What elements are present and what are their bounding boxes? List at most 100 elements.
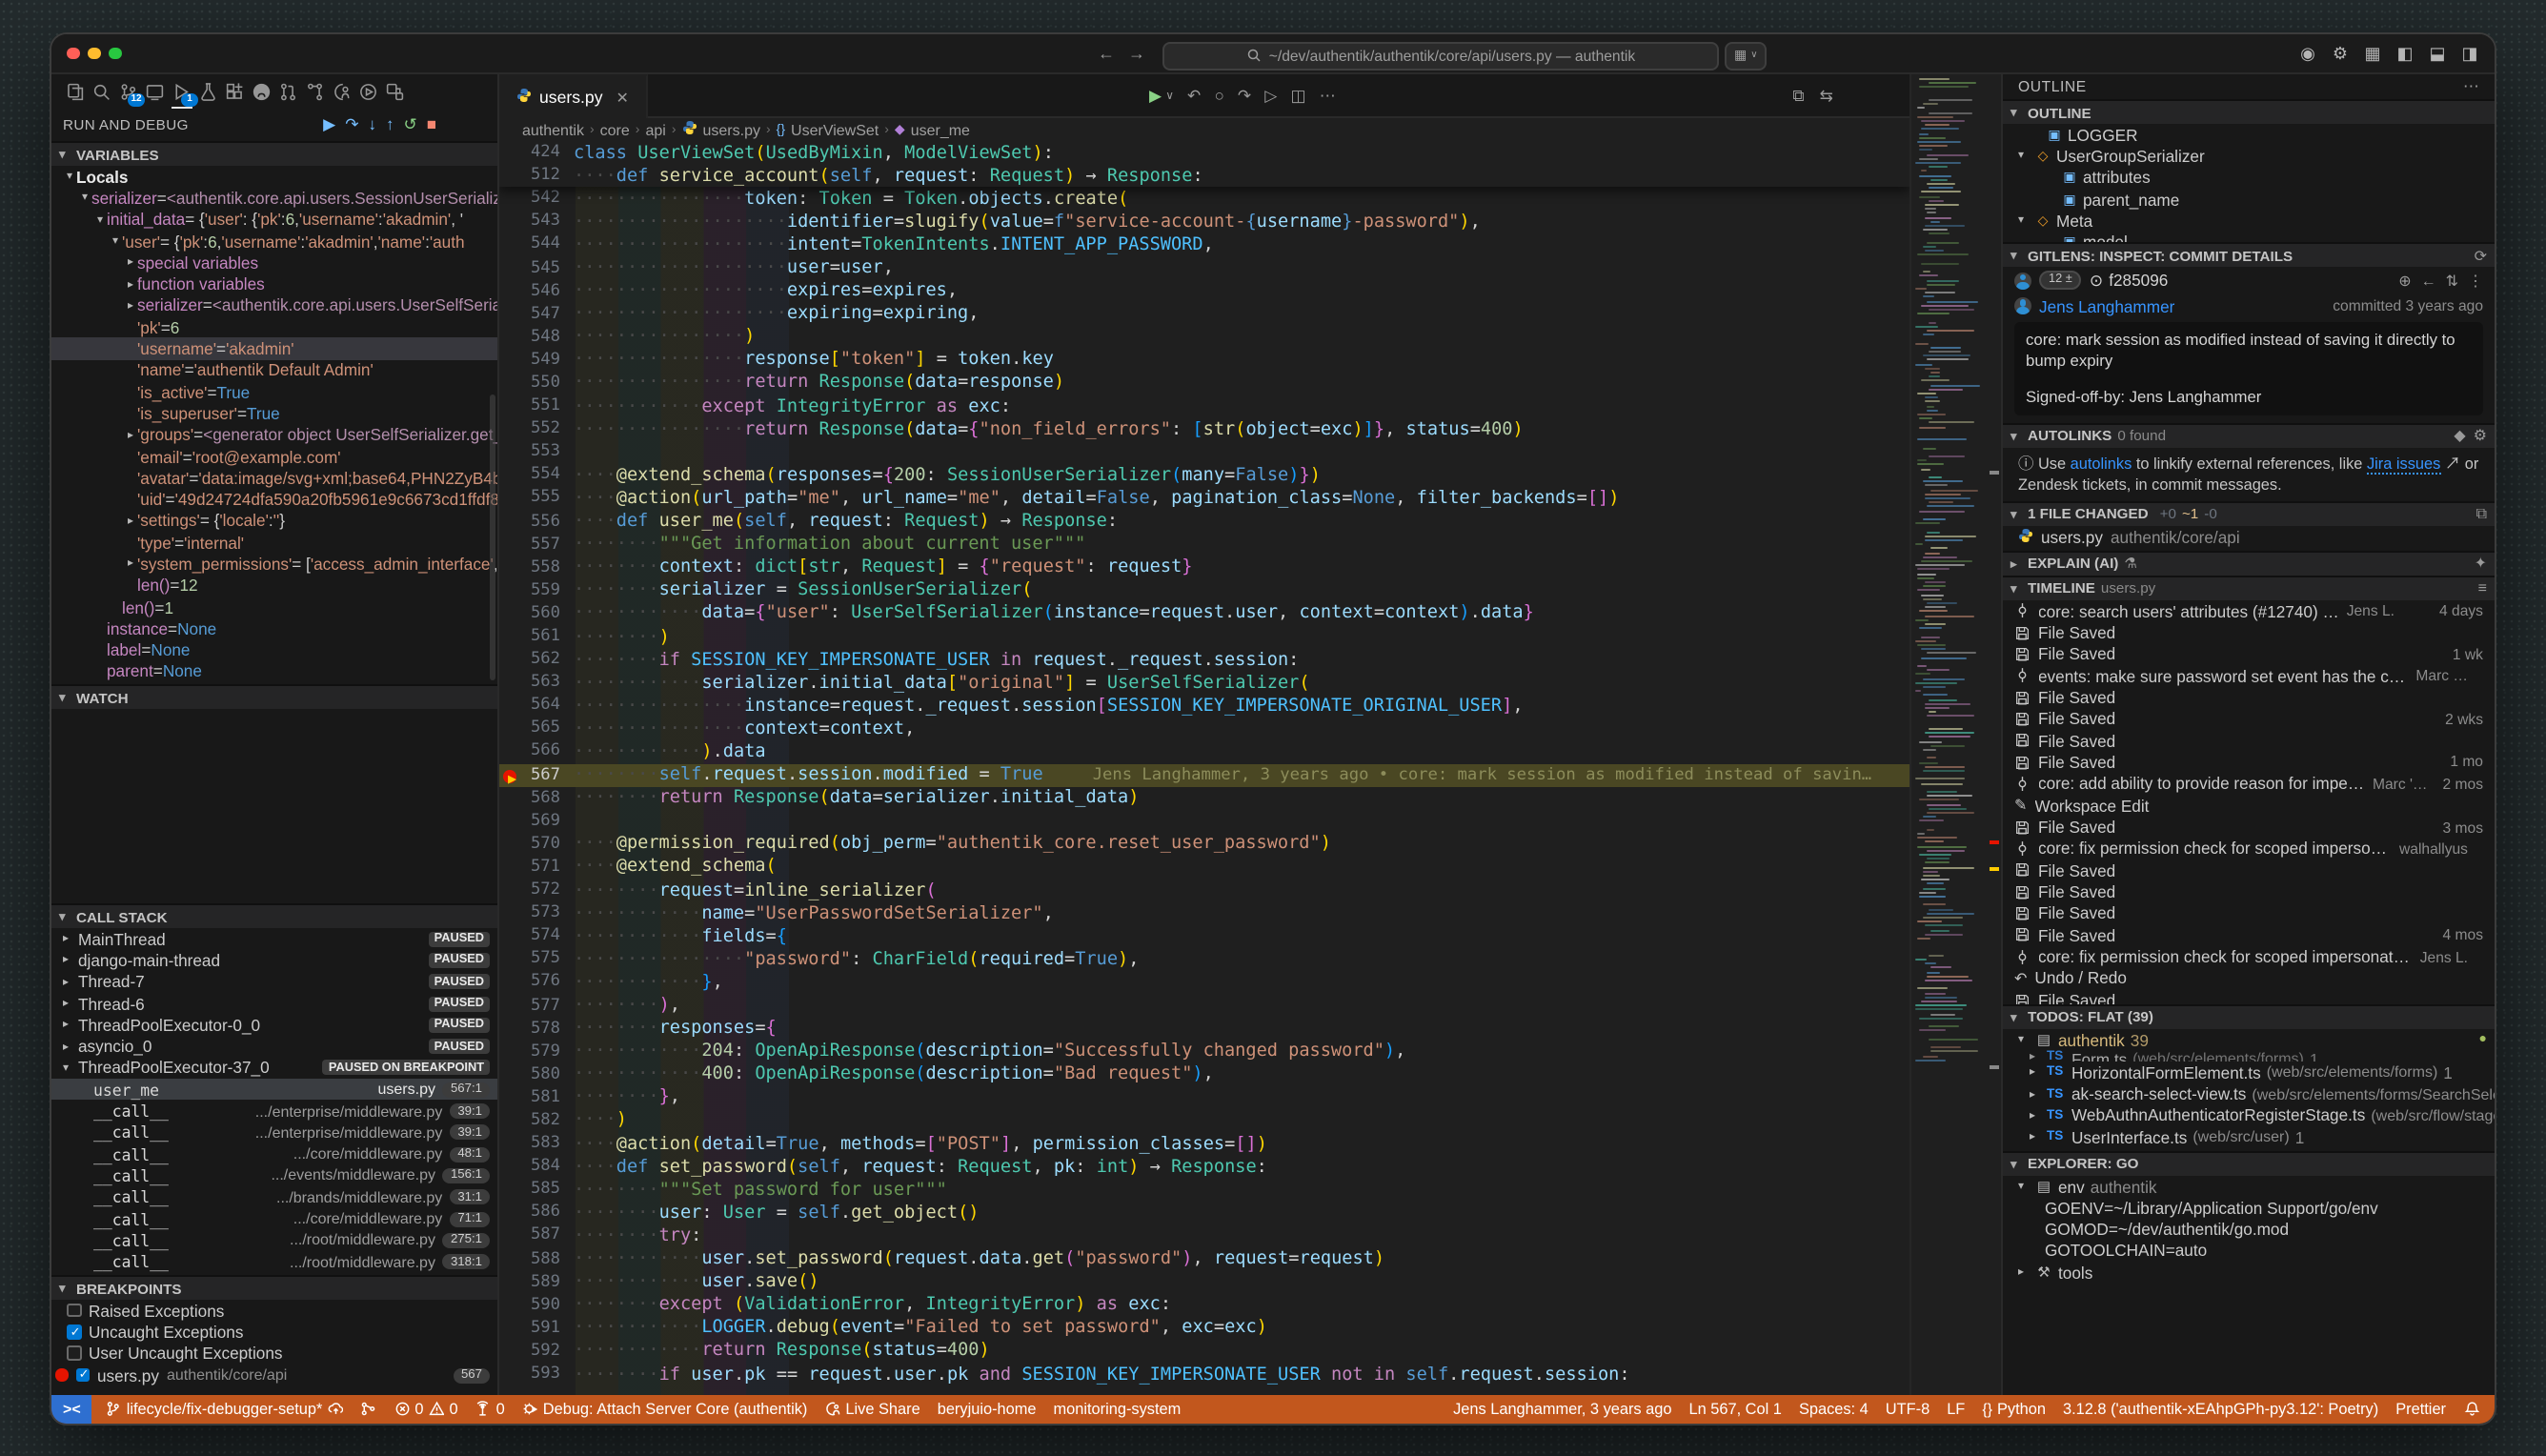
step-out-icon[interactable]: ↑ (386, 114, 394, 135)
code-line-559[interactable]: 559········serializer = SessionUserSeria… (499, 579, 1910, 602)
timeline-item[interactable]: core: search users' attributes (#12740) … (2003, 600, 2495, 622)
variable-row[interactable]: len() = 1 (51, 597, 497, 618)
autolinks-link[interactable]: autolinks (2071, 455, 2132, 473)
breakpoint-row[interactable]: users.pyauthentik/core/api567 (51, 1365, 497, 1386)
code-line-569[interactable]: 569 (499, 809, 1910, 832)
customize-layout-icon[interactable]: ▦ (2363, 43, 2382, 64)
run-and-debug-icon[interactable]: 1 (170, 78, 194, 105)
code-line-560[interactable]: 560············data={"user": UserSelfSer… (499, 602, 1910, 625)
todo-file-row[interactable]: ▸TSak-search-select-view.ts (web/src/ele… (2003, 1083, 2495, 1105)
outline-item[interactable]: ▾◇Meta (2003, 210, 2495, 232)
testing-icon[interactable] (196, 78, 221, 105)
statusbar-item[interactable]: 0 (475, 1401, 505, 1418)
statusbar-item[interactable]: Ln 567, Col 1 (1689, 1401, 1782, 1418)
call-stack-section-header[interactable]: ▾ CALL STACK (51, 903, 497, 928)
run-below-icon[interactable]: ▷ (1264, 85, 1277, 106)
statusbar-item[interactable]: beryjuio-home (938, 1401, 1037, 1418)
variable-row[interactable]: ▸function variables (51, 273, 497, 295)
nav-back-icon[interactable]: ← (1098, 44, 1115, 63)
env-var-row[interactable]: GOTOOLCHAIN=auto (2003, 1241, 2495, 1263)
code-line-543[interactable]: 543····················identifier=slugif… (499, 211, 1910, 233)
jira-link[interactable]: Jira issues (2367, 455, 2440, 475)
stack-frame-row[interactable]: __call__.../core/middleware.py71:1 (51, 1208, 497, 1230)
gear-icon[interactable]: ⚙ (2474, 428, 2487, 445)
code-line-548[interactable]: 548················) (499, 326, 1910, 349)
timeline-item[interactable]: File Saved (2003, 902, 2495, 924)
todos-section-header[interactable]: ▾ TODOS: FLAT (39) (2003, 1004, 2495, 1029)
live-share-icon[interactable] (330, 78, 354, 105)
timeline-item[interactable]: File Saved (2003, 621, 2495, 643)
timeline-item[interactable]: ↶Undo / Redo (2003, 967, 2495, 989)
todo-folder-row[interactable]: ▾▤authentik39● (2003, 1029, 2495, 1051)
code-line-562[interactable]: 562········if SESSION_KEY_IMPERSONATE_US… (499, 648, 1910, 671)
thread-row[interactable]: ▾ThreadPoolExecutor-37_0PAUSED ON BREAKP… (51, 1058, 497, 1080)
code-editor[interactable]: 542················token: Token = Token.… (499, 141, 1910, 1395)
explorer-icon[interactable] (63, 78, 88, 105)
code-line-564[interactable]: 564················instance=request._req… (499, 695, 1910, 718)
statusbar-item[interactable]: Debug: Attach Server Core (authentik) (522, 1401, 808, 1418)
chevron-down-icon[interactable]: ∨ (1165, 89, 1174, 102)
sparkle-icon[interactable]: ✦ (2475, 556, 2487, 573)
statusbar-item[interactable]: UTF-8 (1886, 1401, 1930, 1418)
timeline-item[interactable]: File Saved3 mos (2003, 817, 2495, 839)
code-line-547[interactable]: 547····················expiring=expiring… (499, 302, 1910, 325)
code-line-586[interactable]: 586········user: User = self.get_object(… (499, 1202, 1910, 1224)
toggle-panel-icon[interactable]: ⬓ (2428, 43, 2447, 64)
variable-row[interactable]: ▸special variables (51, 252, 497, 273)
timeline-item[interactable]: File Saved (2003, 989, 2495, 1004)
disconnect-icon[interactable]: ■ (427, 114, 436, 135)
code-line-590[interactable]: 590········except (ValidationError, Inte… (499, 1293, 1910, 1316)
checkbox[interactable] (67, 1325, 81, 1339)
refresh-icon[interactable]: ⟳ (2475, 247, 2487, 264)
timeline-item[interactable]: File Saved (2003, 859, 2495, 881)
record-circle-icon[interactable]: ○ (1214, 86, 1223, 105)
source-control-icon[interactable]: 12 (116, 78, 141, 105)
code-line-557[interactable]: 557········"""Get information about curr… (499, 533, 1910, 556)
statusbar-item[interactable]: lifecycle/fix-debugger-setup* (106, 1401, 344, 1418)
code-line-579[interactable]: 579············204: OpenApiResponse(desc… (499, 1040, 1910, 1062)
graph-icon[interactable]: ⇅ (2446, 272, 2458, 289)
toggle-primary-sidebar-icon[interactable]: ◧ (2395, 43, 2415, 64)
stack-frame-row[interactable]: user_meusers.py567:1 (51, 1079, 497, 1101)
filter-icon[interactable]: ≡ (2478, 580, 2487, 597)
code-line-512[interactable]: 512····def service_account(self, request… (499, 164, 1910, 187)
code-line-585[interactable]: 585········"""Set password for user""" (499, 1178, 1910, 1201)
layout-control[interactable]: ▦∨ (1725, 41, 1768, 70)
close-tab-icon[interactable]: ✕ (616, 89, 629, 106)
restart-icon[interactable]: ↺ (403, 114, 416, 135)
variable-row[interactable]: ▾'user' = {'pk': 6, 'username': 'akadmin… (51, 231, 497, 253)
code-line-566[interactable]: 566············).data (499, 740, 1910, 763)
back-icon[interactable]: ← (2421, 272, 2436, 289)
step-into-icon[interactable]: ↓ (368, 114, 376, 135)
commit-sha[interactable]: f285096 (2109, 271, 2168, 290)
statusbar-item[interactable]: Prettier (2395, 1401, 2446, 1418)
variable-row[interactable]: ▸'settings' = {'locale': ''} (51, 511, 497, 533)
search-icon[interactable] (90, 78, 114, 105)
remote-indicator[interactable]: >< (51, 1395, 92, 1424)
timeline-item[interactable]: File Saved1 mo (2003, 752, 2495, 774)
breakpoint-row[interactable]: Uncaught Exceptions (51, 1322, 497, 1344)
minimap[interactable] (1911, 74, 1988, 1395)
gem-icon[interactable]: ◆ (2454, 428, 2465, 445)
watch-section-header[interactable]: ▾ WATCH (51, 684, 497, 709)
timeline-item[interactable]: File Saved4 mos (2003, 924, 2495, 946)
code-line-593[interactable]: 593········if user.pk == request.user.pk… (499, 1363, 1910, 1385)
code-line-592[interactable]: 592············return Response(status=40… (499, 1340, 1910, 1363)
code-line-544[interactable]: 544····················intent=TokenInten… (499, 233, 1910, 256)
stack-frame-row[interactable]: __call__.../core/middleware.py48:1 (51, 1143, 497, 1165)
variable-row[interactable]: instance = None (51, 617, 497, 639)
code-line-563[interactable]: 563············serializer.initial_data["… (499, 671, 1910, 694)
changed-file-row[interactable]: users.py authentik/core/api (2003, 526, 2495, 551)
stack-frame-row[interactable]: __call__.../enterprise/middleware.py39:1 (51, 1101, 497, 1122)
explain-ai-section-header[interactable]: ▸ EXPLAIN (AI) ⚗ ✦ (2003, 551, 2495, 576)
traffic-lights[interactable] (67, 48, 121, 60)
breadcrumb-item[interactable]: UserViewSet (791, 121, 879, 138)
commit-row[interactable]: 12 ± ⊙f285096 ⊕ ← ⇅ ⋮ (2003, 267, 2495, 293)
variable-row[interactable]: ▾Locals (51, 166, 497, 188)
code-line-582[interactable]: 582····) (499, 1109, 1910, 1132)
timeline-item[interactable]: File Saved (2003, 730, 2495, 752)
stack-frame-row[interactable]: __call__.../brands/middleware.py31:1 (51, 1186, 497, 1208)
timeline-item[interactable]: File Saved (2003, 687, 2495, 709)
variable-row[interactable]: 'type' = 'internal' (51, 532, 497, 554)
variable-row[interactable]: 'uid' = '49d24724dfa590a20fb5961e9c6673c… (51, 489, 497, 511)
